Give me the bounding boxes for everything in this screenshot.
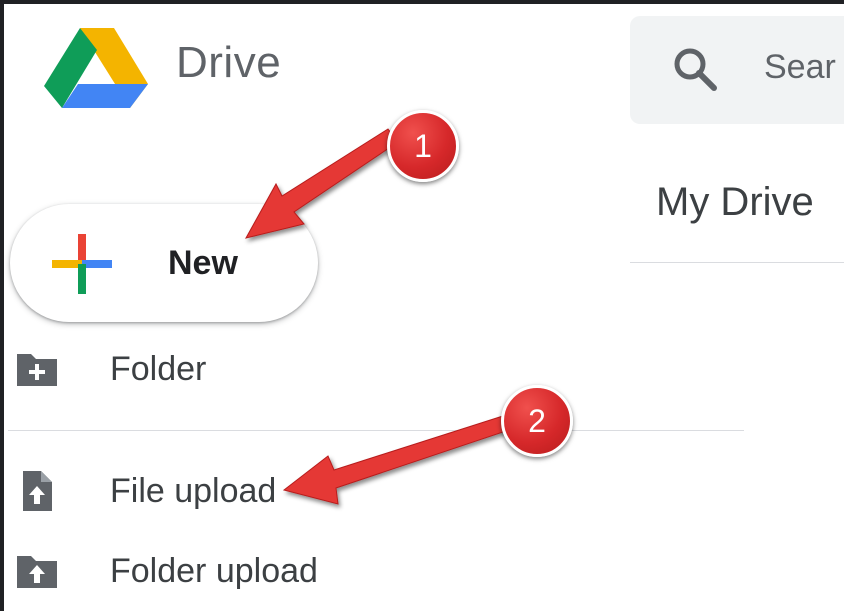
header-divider — [630, 262, 844, 263]
menu-item-label: Folder — [110, 350, 207, 388]
file-upload-icon — [23, 471, 52, 511]
search-input[interactable]: Sear — [764, 48, 836, 87]
menu-item-file-upload[interactable]: File upload — [4, 460, 744, 522]
menu-divider — [8, 430, 744, 431]
annotation-marker-2: 2 — [501, 385, 573, 457]
folder-plus-icon — [17, 354, 57, 386]
menu-item-label: File upload — [110, 472, 277, 510]
folder-upload-icon — [17, 556, 57, 588]
new-button[interactable]: New — [10, 204, 318, 322]
search-bar[interactable]: Sear — [630, 16, 844, 124]
menu-item-folder-upload[interactable]: Folder upload — [4, 540, 744, 602]
drive-logo[interactable] — [44, 28, 150, 108]
new-button-label: New — [168, 244, 238, 282]
annotation-marker-1: 1 — [387, 110, 459, 182]
app-title: Drive — [176, 38, 282, 87]
page-title[interactable]: My Drive — [656, 180, 814, 225]
menu-item-label: Folder upload — [110, 552, 318, 590]
drive-window: Drive Sear My Drive New Folder File uplo… — [4, 4, 844, 611]
search-icon[interactable] — [670, 44, 720, 94]
menu-item-folder[interactable]: Folder — [4, 338, 744, 400]
plus-icon — [52, 234, 112, 294]
